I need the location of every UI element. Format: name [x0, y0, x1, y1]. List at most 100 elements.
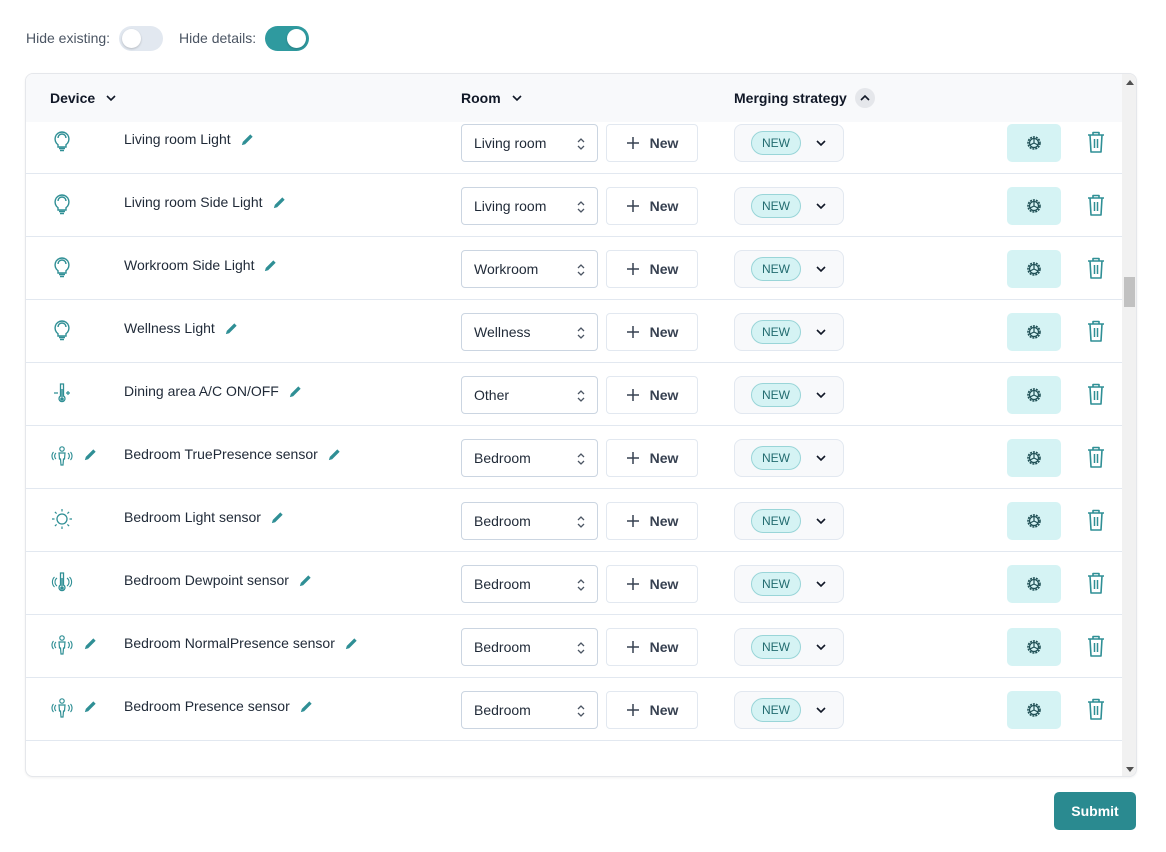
device-settings-button[interactable] [1007, 439, 1061, 477]
pencil-icon[interactable] [83, 636, 98, 651]
merging-strategy-dropdown[interactable]: NEW [734, 628, 844, 666]
room-select[interactable]: Bedroom [461, 691, 598, 729]
plus-icon [626, 515, 639, 527]
new-room-button[interactable]: New [606, 376, 698, 414]
room-select[interactable]: Living room [461, 187, 598, 225]
new-room-button[interactable]: New [606, 313, 698, 351]
pencil-icon[interactable] [327, 447, 342, 462]
pencil-icon[interactable] [270, 510, 285, 525]
device-settings-button[interactable] [1007, 376, 1061, 414]
plus-icon [626, 641, 639, 653]
pencil-icon[interactable] [240, 132, 255, 147]
merging-strategy-dropdown[interactable]: NEW [734, 250, 844, 288]
device-settings-button[interactable] [1007, 628, 1061, 666]
trash-icon[interactable] [1086, 508, 1106, 532]
hide-details-toggle[interactable] [265, 25, 310, 51]
pencil-icon[interactable] [224, 321, 239, 336]
new-room-button[interactable]: New [606, 691, 698, 729]
merging-strategy-dropdown[interactable]: NEW [734, 313, 844, 351]
column-header-device[interactable]: Device [50, 74, 117, 122]
trash-icon[interactable] [1086, 319, 1106, 343]
merging-strategy-dropdown[interactable]: NEW [734, 565, 844, 603]
device-settings-button[interactable] [1007, 124, 1061, 162]
strategy-badge: NEW [751, 131, 801, 155]
room-select[interactable]: Bedroom [461, 565, 598, 603]
submit-button[interactable]: Submit [1054, 792, 1136, 830]
device-settings-button[interactable] [1007, 502, 1061, 540]
trash-icon[interactable] [1086, 445, 1106, 469]
pencil-icon[interactable] [299, 699, 314, 714]
new-room-button[interactable]: New [606, 628, 698, 666]
merging-strategy-dropdown[interactable]: NEW [734, 124, 844, 162]
device-settings-button[interactable] [1007, 187, 1061, 225]
new-room-button[interactable]: New [606, 502, 698, 540]
merging-strategy-dropdown[interactable]: NEW [734, 187, 844, 225]
room-select-value: Bedroom [474, 702, 531, 718]
hide-existing-toggle[interactable] [119, 25, 164, 51]
device-settings-button[interactable] [1007, 250, 1061, 288]
column-header-room[interactable]: Room [461, 74, 523, 122]
pencil-icon[interactable] [344, 636, 359, 651]
trash-icon[interactable] [1086, 382, 1106, 406]
chevron-down-icon [816, 455, 826, 462]
device-settings-button[interactable] [1007, 313, 1061, 351]
table-row: Bedroom Presence sensor Bedroom New NEW [26, 678, 1122, 741]
vertical-scrollbar[interactable] [1122, 74, 1136, 776]
plus-icon [626, 578, 639, 590]
new-room-button[interactable]: New [606, 124, 698, 162]
device-name-cell: Bedroom Light sensor [124, 509, 285, 525]
scroll-up-arrow[interactable] [1126, 80, 1134, 85]
merging-strategy-dropdown[interactable]: NEW [734, 376, 844, 414]
scroll-down-arrow[interactable] [1126, 767, 1134, 772]
pencil-icon[interactable] [263, 258, 278, 273]
gear-icon [1027, 514, 1041, 528]
room-select[interactable]: Bedroom [461, 502, 598, 540]
select-updown-icon [577, 453, 585, 465]
device-name-cell: Dining area A/C ON/OFF [124, 383, 303, 399]
merging-strategy-dropdown[interactable]: NEW [734, 502, 844, 540]
pencil-icon[interactable] [272, 195, 287, 210]
trash-icon[interactable] [1086, 256, 1106, 280]
new-room-button-label: New [649, 324, 679, 340]
trash-icon[interactable] [1086, 571, 1106, 595]
select-updown-icon [577, 264, 585, 276]
new-room-button[interactable]: New [606, 250, 698, 288]
room-select-value: Bedroom [474, 450, 531, 466]
room-select[interactable]: Living room [461, 124, 598, 162]
pencil-icon[interactable] [298, 573, 313, 588]
gear-icon [1027, 388, 1041, 402]
merging-strategy-dropdown[interactable]: NEW [734, 439, 844, 477]
strategy-badge: NEW [751, 572, 801, 596]
chevron-down-icon [816, 707, 826, 714]
device-settings-button[interactable] [1007, 565, 1061, 603]
new-room-button[interactable]: New [606, 565, 698, 603]
new-room-button[interactable]: New [606, 439, 698, 477]
room-select[interactable]: Bedroom [461, 439, 598, 477]
merging-strategy-dropdown[interactable]: NEW [734, 691, 844, 729]
new-room-button[interactable]: New [606, 187, 698, 225]
trash-icon[interactable] [1086, 193, 1106, 217]
room-select[interactable]: Bedroom [461, 628, 598, 666]
trash-icon[interactable] [1086, 634, 1106, 658]
chevron-down-icon [816, 644, 826, 651]
gear-icon [1027, 640, 1041, 654]
trash-icon[interactable] [1086, 130, 1106, 154]
device-name: Bedroom Presence sensor [124, 698, 290, 714]
room-select[interactable]: Workroom [461, 250, 598, 288]
pencil-icon[interactable] [83, 699, 98, 714]
room-select[interactable]: Wellness [461, 313, 598, 351]
room-select[interactable]: Other [461, 376, 598, 414]
select-updown-icon [577, 516, 585, 528]
pencil-icon[interactable] [83, 447, 98, 462]
trash-icon[interactable] [1086, 697, 1106, 721]
presence-sensor-icon [50, 444, 74, 468]
sort-button[interactable] [854, 88, 875, 108]
column-header-merging-strategy[interactable]: Merging strategy [734, 74, 875, 122]
device-settings-button[interactable] [1007, 691, 1061, 729]
gear-icon [1027, 325, 1041, 339]
chevron-down-icon [816, 392, 826, 399]
table-header: Device Room Merging strategy [26, 74, 1122, 122]
scrollbar-thumb[interactable] [1124, 277, 1135, 307]
plus-icon [626, 137, 639, 149]
pencil-icon[interactable] [288, 384, 303, 399]
